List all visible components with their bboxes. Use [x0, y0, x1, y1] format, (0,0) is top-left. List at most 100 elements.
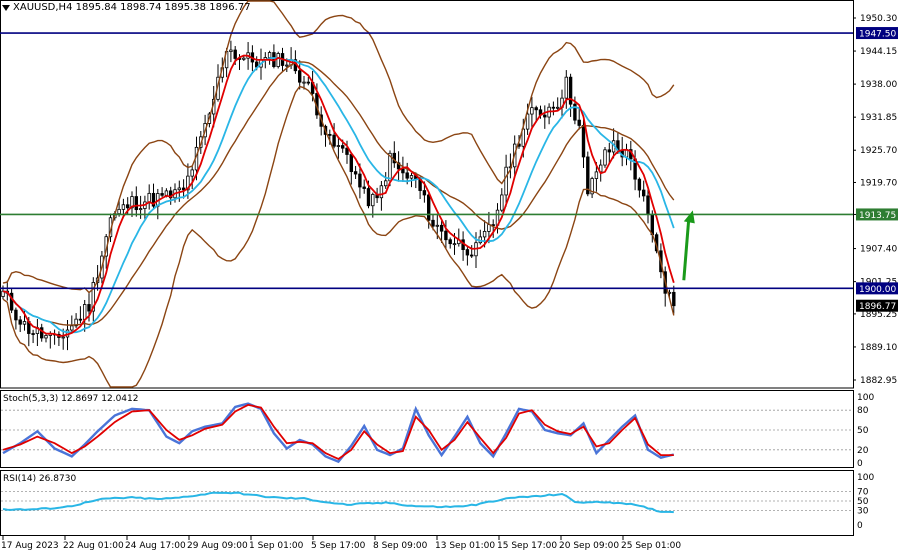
candle-body — [672, 291, 676, 307]
price-axis-label: 1882.95 — [860, 376, 897, 386]
price-axis-label: 1944.15 — [860, 47, 897, 57]
candle-body — [117, 208, 121, 215]
rsi-axis-label: 30 — [857, 507, 869, 517]
candle-body — [581, 125, 586, 158]
candle-body — [297, 70, 302, 83]
candle-body — [594, 171, 599, 179]
candle-body — [177, 187, 181, 191]
candle-body — [530, 107, 534, 115]
candle-body — [358, 173, 362, 188]
candle-body — [383, 180, 388, 187]
candle-body — [121, 204, 126, 210]
candle-body — [126, 204, 130, 209]
candle-body — [564, 76, 568, 99]
candle-body — [31, 333, 35, 335]
chart-title-bar: XAUUSD,H4 1895.84 1898.74 1895.38 1896.7… — [2, 2, 251, 13]
chart-svg: 1950.30 1944.15 1938.00 1931.85 1925.70 1919.… — [0, 0, 898, 551]
time-axis-label: 29 Aug 09:00 — [187, 541, 248, 551]
candle-body — [405, 172, 409, 179]
candle-body — [487, 224, 491, 232]
ma-slow-line — [2, 57, 675, 334]
stoch-axis-label: 0 — [857, 459, 863, 469]
stoch-axis-label: 80 — [857, 406, 869, 416]
candle-body — [465, 249, 470, 256]
rsi-panel-frame — [0, 470, 854, 536]
stoch-d-line — [2, 403, 674, 461]
candle-body — [379, 185, 384, 199]
candle-body — [646, 195, 650, 216]
rsi-axis-label: 50 — [857, 497, 869, 507]
price-axis-label: 1925.70 — [860, 146, 897, 156]
candle-body — [70, 325, 74, 331]
candle-body — [435, 224, 439, 227]
candle-body — [577, 119, 581, 126]
rsi-axis-label: 100 — [857, 473, 874, 483]
ma-fast-line — [2, 54, 675, 337]
candle-body — [452, 243, 457, 246]
candle-body — [371, 194, 375, 207]
candle-body — [340, 145, 345, 149]
chart-title: XAUUSD,H4 1895.84 1898.74 1895.38 1896.7… — [13, 2, 251, 13]
price-panel-frame — [0, 0, 854, 389]
candle-body — [18, 319, 22, 325]
candle-body — [469, 254, 474, 257]
time-axis-label: 22 Aug 01:00 — [63, 541, 124, 551]
candle-body — [285, 64, 289, 67]
candle-body — [504, 166, 508, 196]
candle-body — [422, 190, 427, 196]
candle-body — [336, 145, 341, 147]
candle-body — [650, 214, 654, 236]
candle-body — [78, 318, 83, 321]
candle-body — [328, 134, 332, 136]
candle-body — [134, 196, 138, 211]
time-axis-label: 1 Sep 01:00 — [249, 541, 304, 551]
candle-body — [164, 190, 169, 196]
candle-body — [267, 52, 272, 58]
time-axis-label: 24 Aug 17:00 — [125, 541, 186, 551]
level-price-label: 1913.75 — [859, 211, 896, 221]
candle-body — [229, 49, 233, 52]
candle-body — [607, 149, 611, 153]
candle-body — [147, 192, 151, 203]
price-axis-label: 1950.30 — [860, 14, 897, 24]
candle-body — [444, 230, 448, 241]
candle-body — [302, 81, 306, 84]
stoch-axis-label: 100 — [857, 393, 874, 403]
candle-body — [332, 134, 336, 147]
stoch-title: Stoch(5,3,3) 12.8697 12.0412 — [3, 394, 138, 404]
candle-body — [426, 194, 431, 221]
up-arrow-head — [683, 210, 695, 224]
candle-body — [44, 335, 48, 339]
candle-body — [22, 321, 27, 325]
candle-body — [160, 193, 164, 196]
price-axis-label: 1919.70 — [860, 178, 897, 188]
candle-body — [87, 304, 91, 312]
rsi-line — [2, 491, 674, 514]
candle-body — [190, 169, 194, 177]
time-axis-label: 25 Sep 01:00 — [621, 541, 681, 551]
last-price-label: 1896.77 — [859, 302, 896, 312]
candle-body — [349, 154, 353, 173]
candle-body — [556, 106, 560, 109]
price-axis-label: 1889.10 — [860, 343, 897, 353]
candle-body — [276, 53, 280, 67]
candle-body — [14, 309, 18, 321]
candle-body — [40, 327, 44, 339]
candle-body — [353, 171, 358, 175]
candle-body — [551, 106, 556, 109]
candle-body — [543, 114, 547, 118]
candle-body — [362, 186, 366, 189]
candle-body — [642, 189, 646, 197]
candle-body — [439, 224, 444, 232]
time-axis-label: 13 Sep 01:00 — [435, 541, 495, 551]
collapse-triangle-icon[interactable] — [2, 4, 10, 11]
candle-body — [61, 336, 65, 339]
level-price-label: 1900.00 — [859, 285, 896, 295]
rsi-axis-label: 0 — [857, 521, 863, 531]
candle-body — [366, 188, 371, 207]
time-axis-label: 15 Sep 17:00 — [497, 541, 557, 551]
stoch-axis-label: 20 — [857, 446, 869, 456]
candle-body — [306, 81, 310, 84]
candle-body — [431, 219, 435, 227]
candle-body — [448, 239, 452, 245]
